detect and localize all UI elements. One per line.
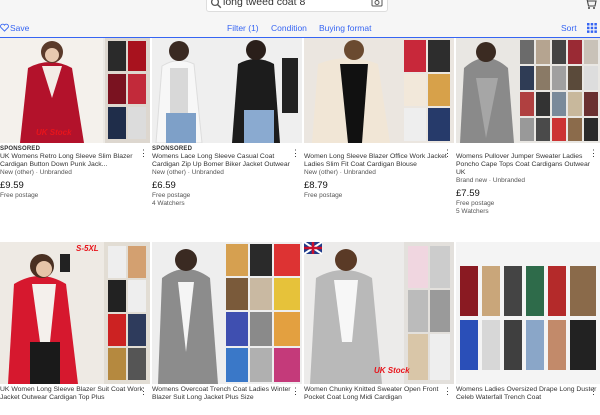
product-price: £8.79 <box>304 180 328 191</box>
product-info: Womens Pullover Jumper Sweater Ladies Po… <box>456 145 600 216</box>
product-shipping: Free postage <box>0 192 39 199</box>
product-shipping: Free postage <box>304 192 343 199</box>
product-condition: Brand new · Unbranded <box>456 177 526 184</box>
image-overlay-text: S-5XL <box>76 244 99 253</box>
product-shipping: Free postage <box>456 200 495 207</box>
product-info: SPONSORED UK Womens Retro Long Sleeve Sl… <box>0 145 150 200</box>
sponsored-label: SPONSORED <box>0 146 41 152</box>
product-image[interactable] <box>456 38 600 143</box>
product-price: £7.59 <box>456 188 480 199</box>
product-info: UK Women Long Sleeve Blazer Suit Coat Wo… <box>0 386 150 402</box>
product-title[interactable]: Womens Ladies Oversized Drape Long Duste… <box>456 386 600 402</box>
product-info: Women Long Sleeve Blazer Office Work Jac… <box>304 145 454 200</box>
sponsored-label <box>304 145 454 153</box>
top-bar: long tweed coat 8 <box>0 0 600 14</box>
more-options-icon[interactable]: ⋮ <box>589 386 598 396</box>
search-input[interactable]: long tweed coat 8 <box>206 0 388 12</box>
product-image[interactable]: UK Stock <box>304 242 454 384</box>
heart-icon[interactable] <box>0 23 9 32</box>
product-image[interactable]: UK Stock <box>0 38 150 143</box>
product-title[interactable]: Womens Overcoat Trench Coat Ladies Winte… <box>152 386 302 402</box>
product-watchers: 5 Watchers <box>456 208 489 215</box>
more-options-icon[interactable]: ⋮ <box>291 148 300 158</box>
product-condition: New (other) · Unbranded <box>0 169 72 176</box>
more-options-icon[interactable]: ⋮ <box>139 386 148 396</box>
product-info: Women Chunky Knitted Sweater Open Front … <box>304 386 454 402</box>
product-image[interactable] <box>304 38 454 143</box>
more-options-icon[interactable]: ⋮ <box>443 148 452 158</box>
more-options-icon[interactable]: ⋮ <box>443 386 452 396</box>
image-overlay-text: UK Stock <box>36 128 72 137</box>
camera-icon[interactable] <box>371 0 383 8</box>
product-title[interactable]: Womens Pullover Jumper Sweater Ladies Po… <box>456 153 600 177</box>
product-image[interactable] <box>456 242 600 384</box>
product-info: Womens Overcoat Trench Coat Ladies Winte… <box>152 386 302 402</box>
more-options-icon[interactable]: ⋮ <box>291 386 300 396</box>
product-title[interactable]: Womens Lace Long Sleeve Casual Coat Card… <box>152 153 302 169</box>
product-price: £9.59 <box>0 180 24 191</box>
product-info: Womens Ladies Oversized Drape Long Duste… <box>456 386 600 402</box>
product-image[interactable] <box>152 38 302 143</box>
product-image[interactable] <box>152 242 302 384</box>
more-options-icon[interactable]: ⋮ <box>139 148 148 158</box>
product-condition: New (other) · Unbranded <box>152 169 224 176</box>
product-title[interactable]: Women Chunky Knitted Sweater Open Front … <box>304 386 454 402</box>
product-image[interactable]: S-5XL <box>0 242 150 384</box>
product-watchers: 4 Watchers <box>152 200 185 207</box>
more-options-icon[interactable]: ⋮ <box>589 148 598 158</box>
filter-toolbar: Save Filter (1) Condition Buying format … <box>0 14 600 38</box>
product-title[interactable]: UK Womens Retro Long Sleeve Slim Blazer … <box>0 153 150 169</box>
sponsored-label: SPONSORED <box>152 146 193 152</box>
search-query: long tweed coat 8 <box>223 0 306 8</box>
product-title[interactable]: Women Long Sleeve Blazer Office Work Jac… <box>304 153 454 169</box>
image-overlay-text: UK Stock <box>374 366 410 375</box>
cart-icon[interactable] <box>584 0 597 10</box>
product-condition: New (other) · Unbranded <box>304 169 376 176</box>
product-info: SPONSORED Womens Lace Long Sleeve Casual… <box>152 145 302 208</box>
sponsored-label <box>456 145 600 153</box>
product-price: £6.59 <box>152 180 176 191</box>
search-icon <box>210 0 222 9</box>
grid-view-icon[interactable] <box>587 23 597 33</box>
product-title[interactable]: UK Women Long Sleeve Blazer Suit Coat Wo… <box>0 386 150 402</box>
product-shipping: Free postage <box>152 192 191 199</box>
